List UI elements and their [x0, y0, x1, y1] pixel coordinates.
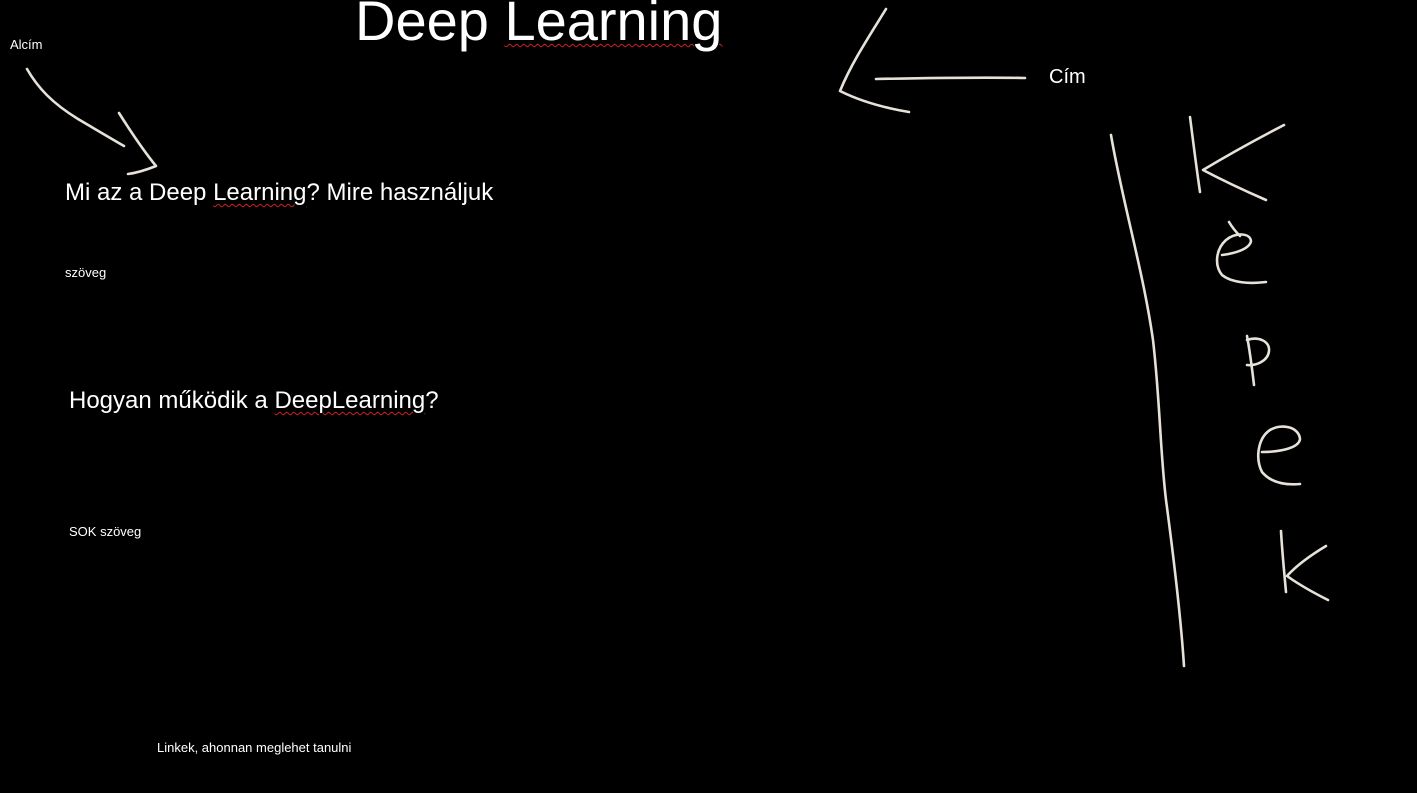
- title-misspelled-word: Learning: [504, 0, 723, 52]
- heading-text-before: Mi az a Deep: [65, 179, 214, 206]
- section-body-text: SOK szöveg: [69, 524, 142, 539]
- subtitle-arrow-head-icon: [117, 111, 158, 176]
- title-annotation-label: Cím: [1049, 66, 1086, 88]
- title-prefix: Deep: [355, 0, 505, 52]
- heading-misspelled-word: Learning: [213, 179, 307, 206]
- heading-text-after: ? Mire használjuk: [306, 179, 494, 206]
- subtitle-annotation-label: Alcím: [10, 37, 43, 52]
- heading-text-before: Hogyan működik a: [69, 387, 275, 414]
- handwritten-kepek-icon: [1188, 115, 1330, 602]
- images-divider-line-icon: [1109, 133, 1186, 668]
- page-title: Deep Learning: [355, 0, 722, 49]
- section-heading-how-it-works: Hogyan működik a DeepLearning?: [69, 389, 439, 413]
- title-arrow-shaft-icon: [874, 76, 1027, 81]
- section-body-text: szöveg: [65, 265, 107, 280]
- heading-text-after: ?: [425, 387, 439, 414]
- title-arrow-head-icon: [838, 7, 911, 114]
- subtitle-arrow-shaft-icon: [25, 67, 126, 148]
- links-footer-text: Linkek, ahonnan meglehet tanulni: [157, 740, 352, 755]
- section-heading-what-is: Mi az a Deep Learning? Mire használjuk: [65, 181, 493, 205]
- heading-misspelled-word: DeepLearning: [274, 387, 426, 414]
